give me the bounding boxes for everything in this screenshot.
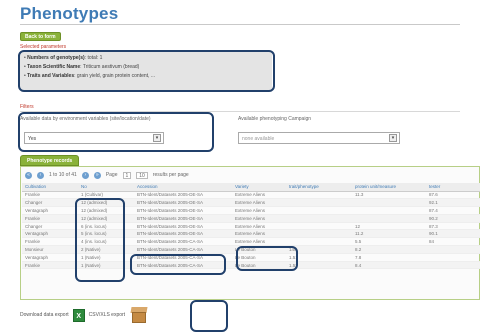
table-cell: Extreme Aliens xyxy=(232,229,286,239)
column-header[interactable]: protein unit/measure xyxy=(352,183,426,192)
table-cell: Ventagraph xyxy=(22,253,78,262)
page-label: Page xyxy=(105,172,118,178)
chevron-down-icon[interactable]: ▾ xyxy=(389,134,397,142)
campaign-filter-select[interactable]: none available ▾ xyxy=(238,132,400,144)
table-cell: 84 xyxy=(426,237,480,247)
table-cell: Extreme Aliens xyxy=(232,222,286,231)
table-cell: BTN-Ident/Datasets 2005-DE-SA xyxy=(134,206,232,215)
table-cell xyxy=(286,237,352,247)
campaign-filter-value: none available xyxy=(242,136,275,142)
table-cell xyxy=(426,261,480,270)
table-cell: Extreme Aliens xyxy=(232,198,286,208)
highlight-export-icon xyxy=(190,300,228,332)
tab-phenotype-records[interactable]: Phenotype records xyxy=(20,155,80,166)
page-input[interactable]: 1 xyxy=(122,171,132,179)
xls-export-icon[interactable]: X xyxy=(72,308,85,322)
table-cell: Changer xyxy=(22,198,78,208)
table-cell: 8.4 xyxy=(352,261,426,270)
table-cell: 87.6 xyxy=(426,191,480,200)
table-cell: Monsieur xyxy=(22,245,78,254)
per-page-select[interactable]: 10 xyxy=(136,171,148,179)
table-cell: Extreme Aliens xyxy=(232,191,286,200)
table-cell: Changer xyxy=(22,222,78,231)
table-cell: 7.8 xyxy=(352,253,426,262)
table-cell xyxy=(286,222,352,231)
table-cell xyxy=(352,198,426,208)
first-page-icon[interactable]: « xyxy=(25,171,32,179)
pager-range: 1 to 10 of 41 xyxy=(49,172,77,178)
title-divider xyxy=(20,24,460,25)
table-cell xyxy=(426,245,480,254)
table-cell: BTN-Ident/Datasets 2005-DE-SA xyxy=(134,229,232,239)
table-cell xyxy=(426,253,480,262)
table-cell: BTN-Ident/Datasets 2005-DE-SA xyxy=(134,198,232,208)
table-cell: 5.5 xyxy=(352,237,426,247)
table-cell: BTN-Ident/Datasets 2005-CA-SA xyxy=(134,245,232,254)
table-cell: BTN-Ident/Datasets 2005-DE-SA xyxy=(134,222,232,231)
table-cell: BTN-Ident/Datasets 2005-DE-SA xyxy=(134,191,232,200)
page-title: Phenotypes xyxy=(20,4,119,23)
per-page-label: results per page xyxy=(152,172,189,178)
highlight-variety-cells xyxy=(236,246,298,271)
export-label-2: CSV/XLS export xyxy=(88,312,126,318)
table-cell: Extreme Aliens xyxy=(232,237,286,247)
filters-label: Filters xyxy=(20,104,34,110)
column-header[interactable]: trait/phenotype xyxy=(286,183,352,192)
column-header[interactable]: Accession xyxy=(134,183,232,192)
table-cell: 11.2 xyxy=(352,229,426,239)
table-cell: 12 xyxy=(352,222,426,231)
table-cell xyxy=(286,229,352,239)
table-cell xyxy=(352,214,426,223)
export-label: Download data export xyxy=(20,312,69,318)
table-cell: Frankie xyxy=(22,237,78,247)
table-cell: 11.3 xyxy=(352,191,426,200)
table-cell: 92.1 xyxy=(426,198,480,208)
highlight-env-filter xyxy=(18,112,214,152)
table-cell: 90.2 xyxy=(426,214,480,223)
table-cell: Frankie xyxy=(22,191,78,200)
highlight-selection xyxy=(18,50,275,92)
table-cell xyxy=(286,214,352,223)
next-page-icon[interactable]: › xyxy=(81,171,89,179)
last-page-icon[interactable]: » xyxy=(93,171,101,179)
column-header[interactable]: No xyxy=(78,183,134,192)
package-icon[interactable] xyxy=(129,306,149,324)
table-cell xyxy=(286,191,352,200)
column-header[interactable]: tester xyxy=(426,183,480,192)
table-cell: BTN-Ident/Datasets 2005-DE-SA xyxy=(134,214,232,223)
highlight-accession-cells xyxy=(130,254,226,275)
export-bar: Download data export X CSV/XLS export xyxy=(20,306,149,324)
table-cell xyxy=(286,198,352,208)
column-header[interactable]: Variety xyxy=(232,183,286,192)
table-cell: 87.4 xyxy=(426,206,480,215)
table-cell: Extreme Aliens xyxy=(232,214,286,223)
table-cell: 87.3 xyxy=(426,222,480,231)
table-cell: Extreme Aliens xyxy=(232,206,286,215)
table-cell: Ventagraph xyxy=(22,229,78,239)
table-cell xyxy=(286,206,352,215)
column-header[interactable]: Cultivation xyxy=(22,183,78,192)
filter-campaign-caption: Available phenotyping Campaign xyxy=(238,116,312,122)
highlight-no-column xyxy=(75,198,125,282)
prev-page-icon[interactable]: ‹ xyxy=(37,171,44,179)
table-cell: Frankie xyxy=(22,261,78,270)
table-cell: 8.2 xyxy=(352,245,426,254)
table-cell: Ventagraph xyxy=(22,206,78,215)
table-cell: 90.1 xyxy=(426,229,480,239)
table-cell xyxy=(352,206,426,215)
table-cell: Frankie xyxy=(22,214,78,223)
back-to-form-button[interactable]: Back to form xyxy=(20,32,61,41)
table-cell: BTN-Ident/Datasets 2005-CA-SA xyxy=(134,237,232,247)
pager: « ‹ 1 to 10 of 41 › » Page 1 10 results … xyxy=(25,170,189,180)
